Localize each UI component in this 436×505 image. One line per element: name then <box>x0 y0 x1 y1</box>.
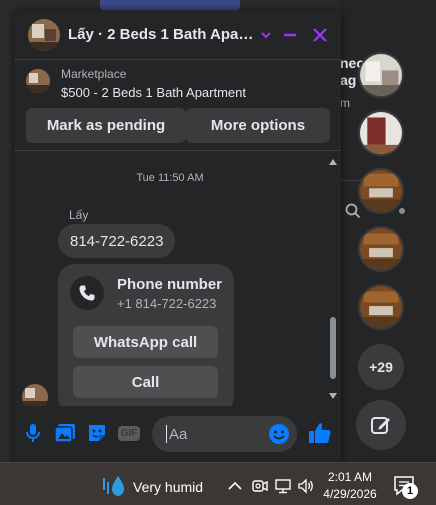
phone-icon <box>70 276 104 310</box>
minimize-icon <box>284 33 296 36</box>
message-composer: GIF Aa <box>14 406 341 464</box>
chat-head-avatar[interactable] <box>358 168 404 214</box>
message-bubble[interactable]: 814-722-6223 <box>58 224 176 258</box>
sender-name: Lấy <box>69 208 89 222</box>
more-options-button[interactable]: More options <box>186 108 330 143</box>
chat-title[interactable]: Lấy · 2 Beds 1 Bath Apartm... <box>68 26 255 43</box>
like-icon[interactable] <box>308 421 332 445</box>
listing-source: Marketplace <box>61 67 127 81</box>
chat-head-avatar[interactable] <box>358 110 404 156</box>
microphone-icon[interactable] <box>22 422 44 444</box>
mark-as-pending-button[interactable]: Mark as pending <box>26 108 186 143</box>
emoji-icon[interactable] <box>268 423 290 445</box>
whatsapp-call-button[interactable]: WhatsApp call <box>73 326 218 358</box>
scroll-down-icon[interactable] <box>329 393 337 399</box>
chat-head-avatar[interactable] <box>358 226 404 272</box>
minimize-button[interactable] <box>277 22 303 48</box>
gif-label: GIF <box>117 425 141 441</box>
phone-number-card: Phone number +1 814-722-6223 WhatsApp ca… <box>58 264 234 406</box>
listing-title[interactable]: $500 - 2 Beds 1 Bath Apartment <box>61 85 246 100</box>
clock-time[interactable]: 2:01 AM <box>322 470 378 484</box>
chat-head-avatar[interactable] <box>358 284 404 330</box>
message-list: Tue 11:50 AM Lấy 814-722-6223 Phone numb… <box>14 152 341 406</box>
clock-date[interactable]: 4/29/2026 <box>320 487 380 501</box>
network-icon[interactable] <box>274 477 292 495</box>
scroll-up-icon[interactable] <box>329 159 337 165</box>
sticker-icon[interactable] <box>86 422 108 444</box>
close-icon <box>313 27 327 42</box>
compose-icon <box>371 417 390 434</box>
camera-icon[interactable] <box>251 477 269 495</box>
message-scrollbar[interactable] <box>326 155 340 405</box>
more-chats-button[interactable]: +29 <box>358 344 404 390</box>
notification-badge: 1 <box>402 483 418 499</box>
weather-text[interactable]: Very humid <box>133 479 203 495</box>
photo-icon[interactable] <box>54 422 76 444</box>
sender-avatar[interactable] <box>22 384 48 406</box>
phone-card-title: Phone number <box>117 276 223 293</box>
gif-icon[interactable]: GIF <box>117 422 141 444</box>
message-timestamp: Tue 11:50 AM <box>136 172 204 184</box>
message-placeholder: Aa <box>169 425 188 443</box>
background-subtext: m <box>340 96 350 110</box>
listing-thumbnail[interactable] <box>26 69 50 93</box>
marketplace-listing: Marketplace $500 - 2 Beds 1 Bath Apartme… <box>14 61 341 151</box>
chevron-up-icon[interactable] <box>226 477 244 495</box>
chat-window: Lấy · 2 Beds 1 Bath Apartm... Marketplac… <box>14 10 341 464</box>
chat-header[interactable]: Lấy · 2 Beds 1 Bath Apartm... <box>14 10 341 60</box>
call-button[interactable]: Call <box>73 366 218 398</box>
chat-head-avatar[interactable] <box>358 52 404 98</box>
volume-icon[interactable] <box>297 477 315 495</box>
new-message-button[interactable] <box>356 400 406 450</box>
chevron-down-icon[interactable] <box>259 28 273 42</box>
active-dot <box>399 208 405 214</box>
scroll-thumb[interactable] <box>330 317 336 379</box>
more-chats-count: +29 <box>369 359 393 375</box>
raindrop-icon[interactable] <box>100 474 128 498</box>
close-button[interactable] <box>307 22 333 48</box>
search-icon[interactable] <box>345 203 361 219</box>
background-divider <box>340 180 362 181</box>
text-caret <box>166 425 167 443</box>
contact-avatar[interactable] <box>28 18 60 51</box>
taskbar: Very humid 2:01 AM 4/29/2026 1 <box>0 462 436 505</box>
phone-card-number: +1 814-722-6223 <box>117 296 217 311</box>
